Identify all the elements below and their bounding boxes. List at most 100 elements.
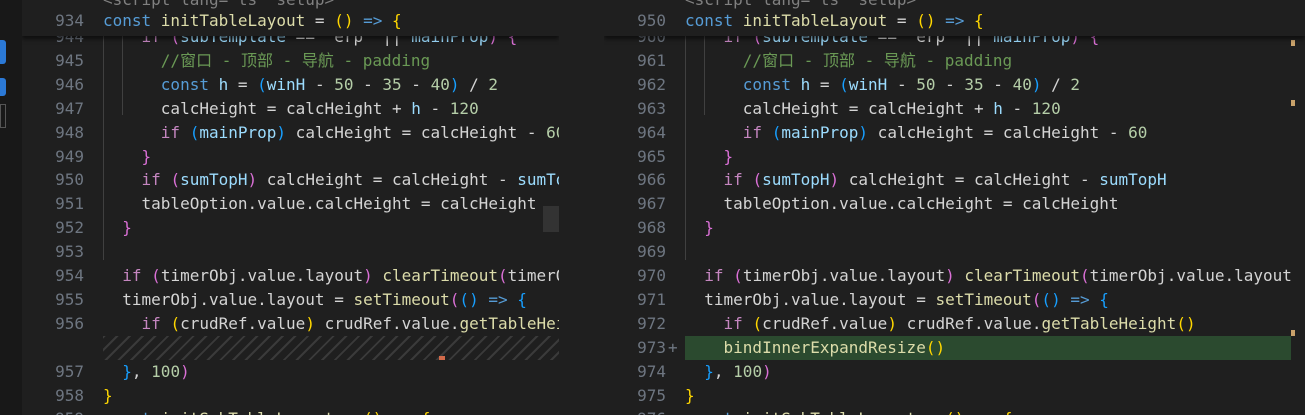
code-text[interactable]: }, 100): [103, 360, 189, 384]
code-token: ): [858, 122, 869, 142]
code-token: if: [685, 170, 753, 190]
code-text[interactable]: if (crudRef.value) crudRef.value.getTabl…: [685, 312, 1196, 336]
code-line[interactable]: 963 calcHeight = calcHeight + h - 120: [604, 97, 1305, 121]
sticky-scroll-header[interactable]: <script lang="ts" setup>934const initTab…: [22, 0, 559, 36]
code-text[interactable]: }: [103, 145, 152, 169]
code-text[interactable]: bindInnerExpandResize(): [685, 336, 946, 360]
code-line[interactable]: 970 if (timerObj.value.layout) clearTime…: [604, 264, 1305, 288]
code-line[interactable]: 966 if (sumTopH) calcHeight = calcHeight…: [604, 168, 1305, 192]
code-token: }: [103, 361, 132, 381]
code-token: =: [887, 11, 917, 30]
code-token: const: [103, 11, 161, 30]
code-line[interactable]: 967 tableOption.value.calcHeight = calcH…: [604, 192, 1305, 216]
code-text[interactable]: }, 100): [685, 360, 771, 384]
code-line[interactable]: 971 timerObj.value.layout = setTimeout((…: [604, 288, 1305, 312]
original-scrollbar-thumb[interactable]: [543, 206, 559, 232]
code-text[interactable]: if (mainProp) calcHeight = calcHeight - …: [685, 121, 1148, 145]
code-token: setTimeout: [353, 289, 450, 309]
code-line[interactable]: 968 }: [604, 216, 1305, 240]
code-text[interactable]: timerObj.value.layout = setTimeout(() =>…: [103, 288, 527, 312]
code-line[interactable]: 965 }: [604, 145, 1305, 169]
code-text[interactable]: const initTableLayout = () => {: [685, 9, 984, 33]
code-token: const: [103, 74, 219, 94]
line-number: 976: [604, 407, 666, 415]
code-token: //窗口 - 顶部 - 导航 - padding: [685, 50, 1013, 70]
code-token: (: [1079, 266, 1090, 285]
code-token: if: [103, 122, 190, 142]
code-text[interactable]: if (timerObj.value.layout) clearTimeout(…: [103, 264, 559, 288]
sticky-line[interactable]: 950 const initTableLayout = () => {: [604, 9, 1305, 33]
code-text[interactable]: }: [685, 145, 734, 169]
code-token: crudRef.value.: [314, 313, 460, 333]
code-token: 120: [1031, 98, 1061, 118]
code-text[interactable]: calcHeight = calcHeight + h - 120: [685, 97, 1061, 121]
code-token: 2: [1070, 74, 1081, 94]
original-editor-pane[interactable]: 944 if (subTemplate == 'erp' || mainProp…: [22, 0, 559, 415]
code-text[interactable]: }: [685, 384, 695, 408]
overview-marker: [1291, 40, 1295, 46]
code-text[interactable]: if (sumTopH) calcHeight = calcHeight - s…: [685, 168, 1167, 192]
code-token: if: [685, 266, 734, 285]
code-text[interactable]: const initSubTableLayout = () => {: [685, 407, 1013, 415]
panel-indicator: [0, 104, 6, 128]
sticky-line[interactable]: 934 const initTableLayout = () => {: [22, 9, 559, 33]
code-line[interactable]: 969: [604, 240, 1305, 264]
code-text[interactable]: if (timerObj.value.layout) clearTimeout(…: [685, 264, 1301, 288]
code-line[interactable]: [22, 335, 559, 360]
code-token: crudRef.value: [180, 313, 306, 333]
code-token: initSubTableLayout: [743, 409, 916, 415]
vertical-scrollbar[interactable]: [1291, 0, 1305, 415]
code-token: (: [497, 266, 508, 285]
code-token: (: [945, 409, 955, 415]
code-text[interactable]: }: [685, 216, 714, 240]
code-token: clearTimeout: [382, 266, 498, 285]
code-line[interactable]: 956 if (crudRef.value) crudRef.value.get…: [22, 312, 559, 336]
code-text[interactable]: timerObj.value.layout = setTimeout(() =>…: [685, 288, 1109, 312]
code-token: timerObj.value.layout: [160, 266, 364, 285]
code-token: 120: [449, 98, 479, 118]
code-token: timerObj.value.layout =: [685, 289, 936, 309]
code-text[interactable]: if (crudRef.value) crudRef.value.getTabl…: [103, 312, 559, 336]
line-number: 970: [637, 266, 666, 285]
code-text[interactable]: const h = (winH - 50 - 35 - 40) / 2: [103, 73, 498, 97]
code-line[interactable]: 974 }, 100): [604, 360, 1305, 384]
code-text[interactable]: }: [103, 216, 132, 240]
code-line[interactable]: 973 + bindInnerExpandResize(): [604, 335, 1305, 360]
code-token: (: [170, 313, 181, 333]
code-line[interactable]: 964 if (mainProp) calcHeight = calcHeigh…: [604, 121, 1305, 145]
code-token: (: [752, 313, 763, 333]
code-line[interactable]: 957 }, 100): [22, 360, 559, 384]
code-token: }: [685, 361, 714, 381]
code-text[interactable]: //窗口 - 顶部 - 导航 - padding: [103, 49, 430, 73]
line-number: 961: [637, 50, 666, 70]
code-text[interactable]: calcHeight = calcHeight + h - 120: [103, 97, 479, 121]
code-line[interactable]: 975}: [604, 384, 1305, 408]
code-text[interactable]: tableOption.value.calcHeight = calcHeigh…: [103, 192, 537, 216]
code-token: initTableLayout: [742, 11, 888, 30]
code-line[interactable]: 958}: [22, 384, 559, 408]
code-line[interactable]: 976 const initSubTableLayout = () => {: [604, 407, 1305, 415]
code-token: -: [935, 74, 965, 94]
code-line[interactable]: 954 if (timerObj.value.layout) clearTime…: [22, 264, 559, 288]
sticky-scroll-header[interactable]: <script lang="ts" setup>950const initTab…: [604, 0, 1305, 36]
code-text[interactable]: if (sumTopH) calcHeight = calcHeight - s…: [103, 168, 559, 192]
code-text[interactable]: const initSubTableLayout = () => {: [103, 407, 431, 415]
code-text[interactable]: if (mainProp) calcHeight = calcHeight - …: [103, 121, 559, 145]
code-line[interactable]: 962 const h = (winH - 50 - 35 - 40) / 2: [604, 73, 1305, 97]
code-line[interactable]: 955 timerObj.value.layout = setTimeout((…: [22, 288, 559, 312]
code-text[interactable]: const h = (winH - 50 - 35 - 40) / 2: [685, 73, 1080, 97]
code-token: (: [170, 170, 181, 190]
code-line[interactable]: 959 const initSubTableLayout = () => {: [22, 407, 559, 415]
code-text[interactable]: const initTableLayout = () => {: [103, 9, 402, 33]
code-text[interactable]: //窗口 - 顶部 - 导航 - padding: [685, 49, 1012, 73]
modified-editor-pane[interactable]: 960 if (subTemplate == 'erp' || mainProp…: [604, 0, 1305, 415]
code-text[interactable]: tableOption.value.calcHeight = calcHeigh…: [685, 192, 1119, 216]
code-token: (: [1031, 289, 1042, 309]
code-line[interactable]: 972 if (crudRef.value) crudRef.value.get…: [604, 312, 1305, 336]
code-token: getTableHeight: [459, 313, 559, 333]
code-text[interactable]: }: [103, 384, 113, 408]
indent-guide: [122, 30, 123, 115]
code-line[interactable]: 961 //窗口 - 顶部 - 导航 - padding: [604, 49, 1305, 73]
code-token: getTableHeight: [1041, 313, 1177, 333]
